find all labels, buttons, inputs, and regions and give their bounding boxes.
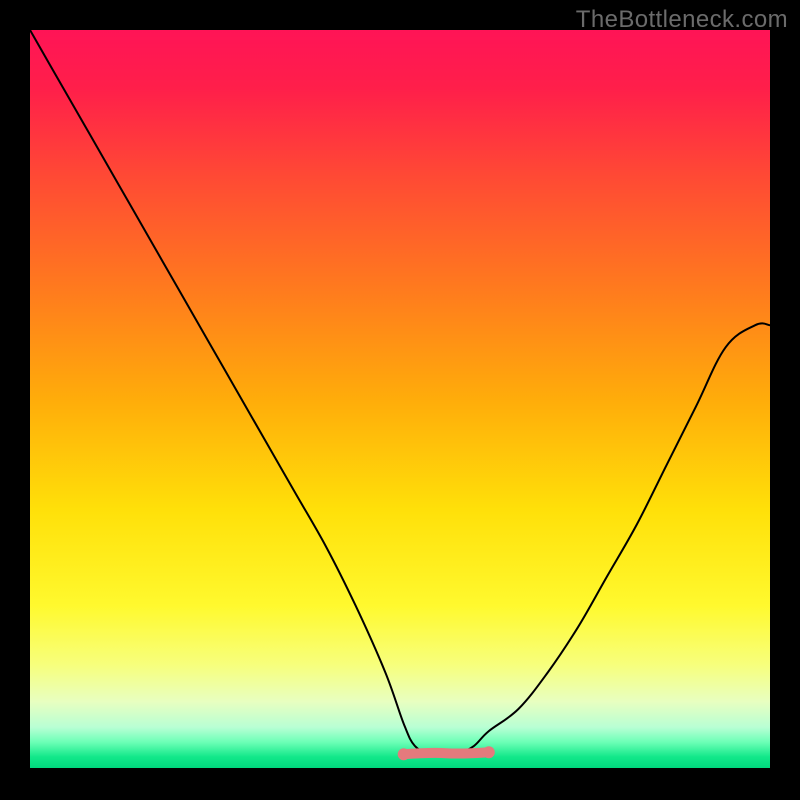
- chart-frame: TheBottleneck.com: [0, 0, 800, 800]
- optimal-zone-marker-left: [398, 748, 410, 760]
- optimal-zone-highlight: [404, 752, 489, 754]
- watermark-text: TheBottleneck.com: [576, 6, 788, 34]
- optimal-zone-marker-right: [483, 746, 495, 758]
- gradient-background: [30, 30, 770, 768]
- bottleneck-chart: [0, 0, 800, 800]
